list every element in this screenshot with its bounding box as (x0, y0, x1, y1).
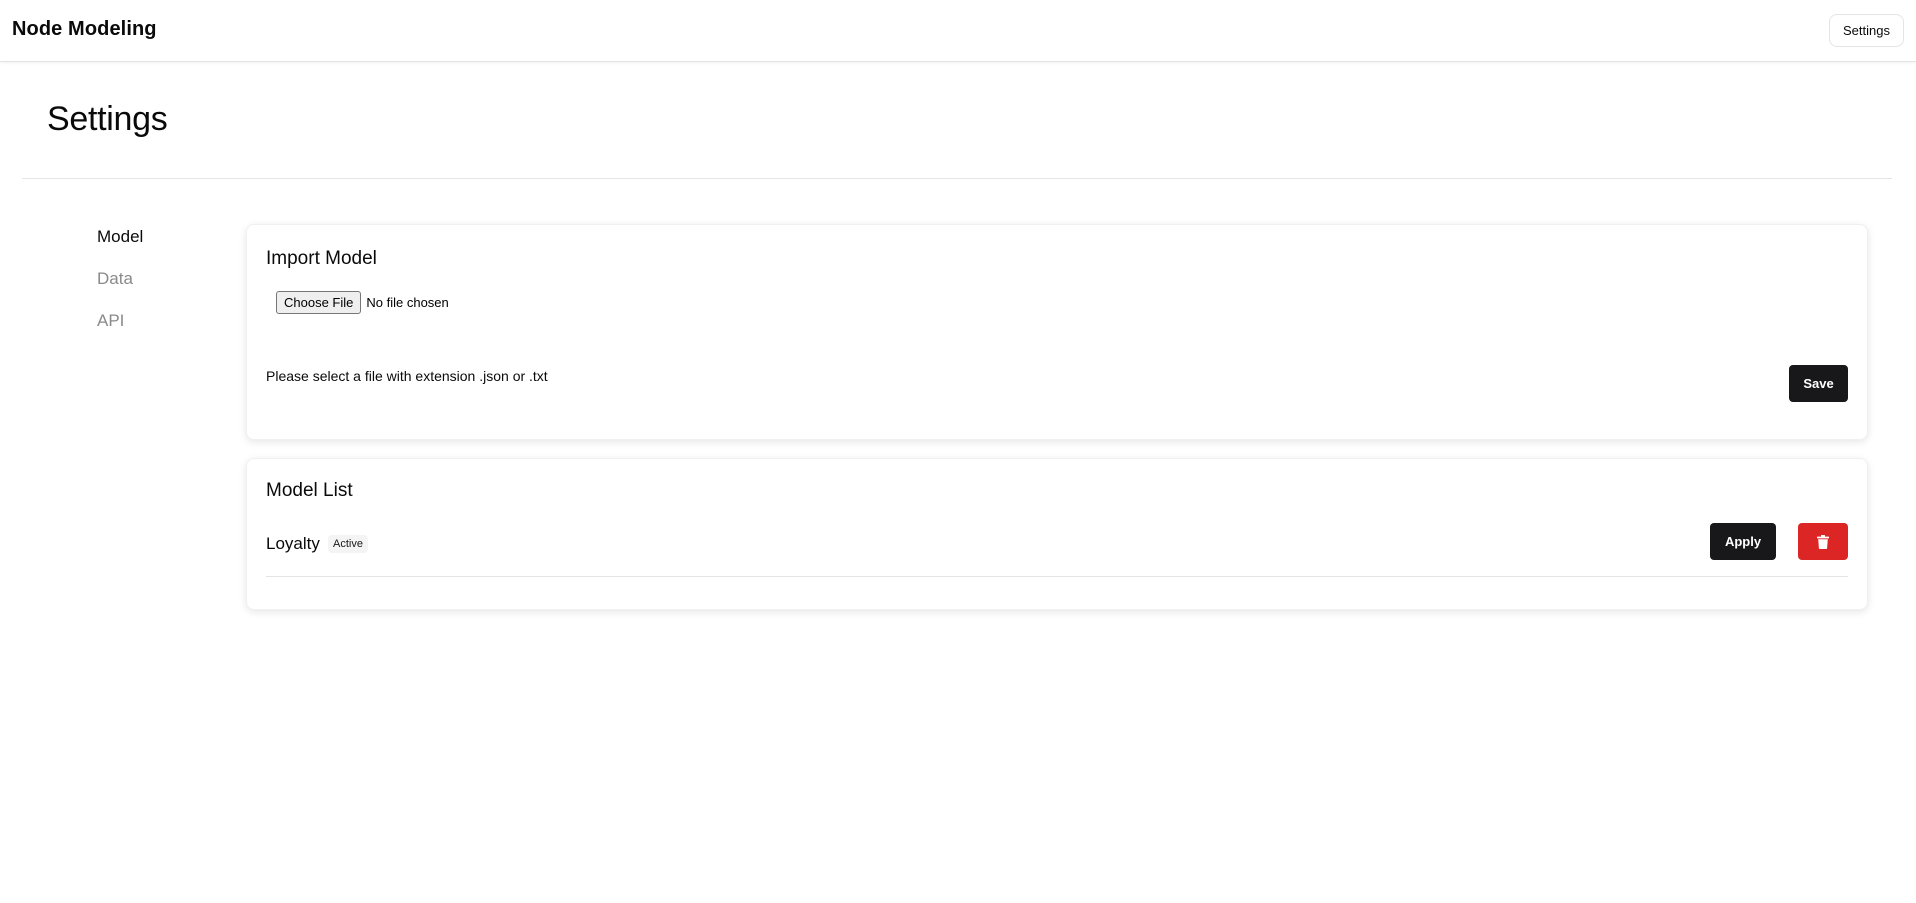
status-badge: Active (328, 535, 368, 553)
app-title: Node Modeling (12, 18, 157, 40)
import-model-title: Import Model (266, 248, 377, 269)
sidebar-item-model[interactable]: Model (97, 226, 143, 248)
model-list-title: Model List (266, 480, 353, 501)
import-model-card: Import Model Choose File No file chosen … (246, 224, 1868, 440)
list-item: Loyalty Active Apply (266, 523, 1848, 577)
file-status-text: No file chosen (366, 295, 449, 310)
sidebar-item-data[interactable]: Data (97, 268, 143, 290)
page-title: Settings (47, 100, 168, 138)
model-name: Loyalty (266, 534, 320, 553)
trash-icon (1817, 534, 1829, 549)
sidebar-item-api[interactable]: API (97, 310, 143, 332)
choose-file-button[interactable]: Choose File (276, 291, 362, 314)
file-input: Choose File No file chosen (276, 291, 449, 314)
settings-button[interactable]: Settings (1829, 14, 1904, 47)
top-bar: Node Modeling Settings (0, 0, 1916, 62)
save-button[interactable]: Save (1789, 365, 1848, 402)
delete-button[interactable] (1798, 523, 1848, 560)
file-extension-hint: Please select a file with extension .jso… (266, 368, 548, 384)
settings-sidebar: Model Data API (97, 226, 143, 352)
heading-divider (22, 178, 1892, 179)
model-list-card: Model List Loyalty Active Apply (246, 458, 1868, 610)
apply-button[interactable]: Apply (1710, 523, 1776, 560)
